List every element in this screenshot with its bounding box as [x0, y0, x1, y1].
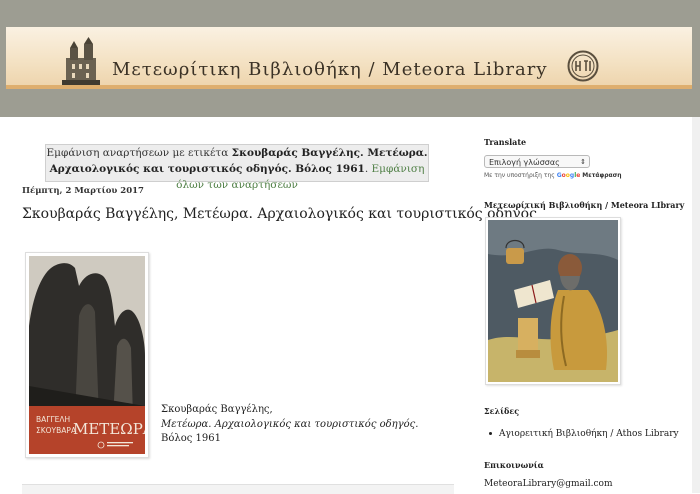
- post-date: Πέμπτη, 2 Μαρτίου 2017: [22, 186, 144, 196]
- cover-title: ΜΕΤΕΩΡΑ: [73, 420, 145, 438]
- label-filter-notice: Εμφάνιση αναρτήσεων με ετικέτα Σκουβαράς…: [45, 144, 429, 191]
- header-frame-right: [692, 27, 700, 117]
- header-top-band: [0, 0, 700, 27]
- google-logo-text: Google: [556, 172, 581, 179]
- cover-author-line2: ΣΚΟΥΒΑΡΑ: [36, 426, 77, 435]
- powered-by-google: Με την υποστήριξη της Google Μετάφραση: [484, 172, 622, 179]
- label-notice-suffix: .: [364, 163, 372, 175]
- list-bullet: [489, 432, 492, 435]
- powered-by-text: Με την υποστήριξη της: [484, 172, 557, 179]
- pages-heading: Σελίδες: [484, 406, 520, 416]
- language-select-value: Επιλογή γλώσσας: [489, 158, 560, 167]
- monastery-building-icon: [62, 37, 100, 85]
- caption-place-year: Βόλος 1961: [161, 433, 221, 444]
- monastery-seal-icon: [567, 50, 599, 82]
- site-title[interactable]: Μετεωρίτικη Βιβλιοθήκη / Meteora Library: [112, 59, 548, 80]
- caption-author: Σκουβαράς Βαγγέλης,: [161, 404, 273, 415]
- select-arrows-icon: ⇕: [580, 158, 586, 166]
- post-title[interactable]: Σκουβαράς Βαγγέλης, Μετέωρα. Αρχαιολογικ…: [22, 206, 537, 222]
- saint-icon-image[interactable]: [485, 217, 621, 385]
- library-heading: Μετεωρίτική Βιβλιοθήκη / Meteora LIbrary: [484, 200, 685, 210]
- contact-heading: Επικοινωνία: [484, 460, 544, 470]
- scrollbar-track[interactable]: [692, 117, 700, 493]
- book-cover-image[interactable]: ΒΑΓΓΕΛΗ ΣΚΟΥΒΑΡΑ ΜΕΤΕΩΡΑ: [25, 252, 149, 458]
- caption-title: Μετέωρα. Αρχαιολογικός και τουριστικός ο…: [161, 418, 419, 430]
- label-notice-prefix: Εμφάνιση αναρτήσεων με ετικέτα: [46, 147, 232, 159]
- translate-heading: Translate: [484, 137, 527, 147]
- contact-email[interactable]: MeteoraLibrary@gmail.com: [484, 479, 613, 489]
- header-bottom-band: [6, 89, 692, 117]
- translate-link[interactable]: Μετάφραση: [582, 172, 621, 179]
- page-link-athos-library[interactable]: Αγιορειτική Βιβλιοθήκη / Athos Library: [499, 429, 679, 439]
- language-select[interactable]: Επιλογή γλώσσας ⇕: [484, 155, 590, 168]
- book-caption: Σκουβαράς Βαγγέλης, Μετέωρα. Αρχαιολογικ…: [161, 403, 418, 447]
- cover-author-line1: ΒΑΓΓΕΛΗ: [36, 415, 70, 424]
